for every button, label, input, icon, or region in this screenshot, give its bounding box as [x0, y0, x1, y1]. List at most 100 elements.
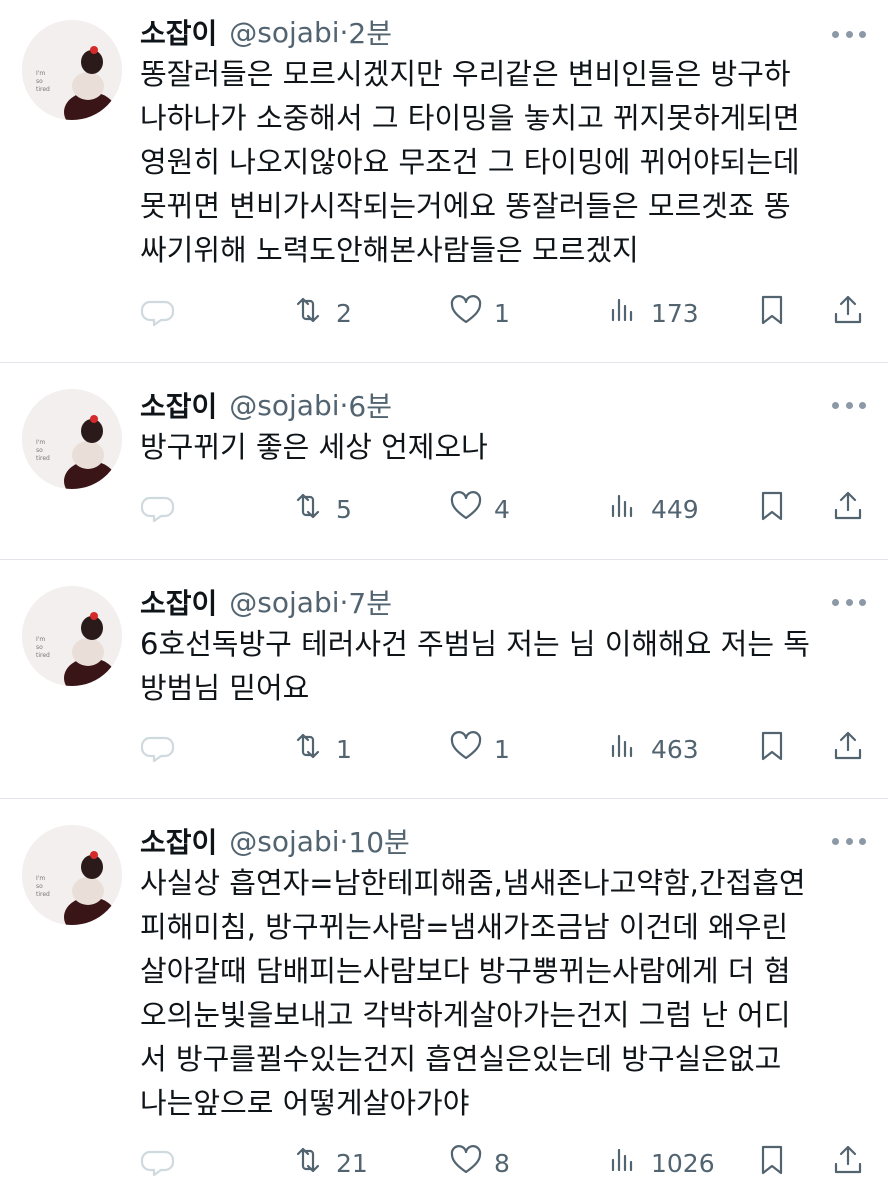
- retweet-count: 1: [336, 734, 352, 764]
- views-count: 449: [651, 494, 699, 524]
- views-icon: [605, 728, 641, 770]
- like-count: 1: [494, 298, 510, 328]
- reply-button[interactable]: [140, 291, 176, 335]
- tweet-text: 6호선독방구 테러사건 주범님 저는 님 이해해요 저는 독 방범님 믿어요: [140, 622, 870, 710]
- reply-icon: [140, 1142, 176, 1184]
- retweet-icon: [290, 1142, 326, 1184]
- more-icon[interactable]: [832, 596, 866, 608]
- tweet[interactable]: I'm so tired 소잡이 @sojabi · 6분 방구뀌기 좋은 세상…: [0, 363, 888, 559]
- share-icon: [830, 292, 866, 334]
- tweet[interactable]: I'm so tired 소잡이 @sojabi · 2분 똥잘러들은 모르시겠…: [0, 0, 888, 362]
- tweet-text-line: 방범님 믿어요: [140, 671, 310, 705]
- avatar[interactable]: I'm so tired: [22, 20, 122, 120]
- share-icon: [830, 488, 866, 530]
- svg-text:I'm: I'm: [36, 636, 45, 643]
- timestamp[interactable]: 10분: [348, 821, 409, 861]
- avatar-image: I'm so tired: [22, 825, 122, 925]
- heart-icon: [448, 488, 484, 530]
- timestamp[interactable]: 2분: [348, 12, 392, 52]
- bookmark-button[interactable]: [754, 291, 790, 335]
- like-button[interactable]: 1: [448, 727, 510, 771]
- display-name[interactable]: 소잡이: [140, 582, 217, 622]
- display-name[interactable]: 소잡이: [140, 385, 217, 425]
- svg-text:so: so: [36, 883, 43, 890]
- tweet-text: 똥잘러들은 모르시겠지만 우리같은 변비인들은 방구하 나하나가 소중해서 그 …: [140, 52, 870, 272]
- tweet-header: 소잡이 @sojabi · 10분: [140, 821, 410, 861]
- share-button[interactable]: [830, 487, 866, 531]
- retweet-button[interactable]: 5: [290, 487, 352, 531]
- reply-button[interactable]: [140, 727, 176, 771]
- display-name[interactable]: 소잡이: [140, 12, 217, 52]
- tweet-text-line: 나는앞으로 어떻게살아가야: [140, 1086, 470, 1120]
- retweet-count: 2: [336, 298, 352, 328]
- views-icon: [605, 488, 641, 530]
- heart-icon: [448, 1142, 484, 1184]
- share-button[interactable]: [830, 291, 866, 335]
- reply-button[interactable]: [140, 487, 176, 531]
- more-icon[interactable]: [832, 28, 866, 40]
- svg-text:tired: tired: [36, 891, 50, 898]
- bookmark-button[interactable]: [754, 487, 790, 531]
- like-button[interactable]: 4: [448, 487, 510, 531]
- reply-icon: [140, 488, 176, 530]
- retweet-button[interactable]: 21: [290, 1141, 368, 1185]
- avatar[interactable]: I'm so tired: [22, 586, 122, 686]
- svg-text:I'm: I'm: [36, 439, 45, 446]
- more-icon[interactable]: [832, 399, 866, 411]
- retweet-button[interactable]: 1: [290, 727, 352, 771]
- timestamp[interactable]: 7분: [348, 582, 392, 622]
- reply-button[interactable]: [140, 1141, 176, 1185]
- retweet-button[interactable]: 2: [290, 291, 352, 335]
- like-button[interactable]: 1: [448, 291, 510, 335]
- views-button[interactable]: 173: [605, 291, 699, 335]
- tweet-text-line: 사실상 흡연자=남한테피해줌,냄새존나고약함,간접흡연: [140, 866, 806, 900]
- tweet-text-line: 살아갈때 담배피는사람보다 방구뿡뀌는사람에게 더 혐: [140, 954, 791, 988]
- avatar-image: I'm so tired: [22, 389, 122, 489]
- share-button[interactable]: [830, 1141, 866, 1185]
- retweet-icon: [290, 292, 326, 334]
- like-button[interactable]: 8: [448, 1141, 510, 1185]
- retweet-icon: [290, 488, 326, 530]
- separator: ·: [339, 585, 349, 619]
- retweet-count: 5: [336, 494, 352, 524]
- tweet-text-line: 피해미침, 방구뀌는사람=냄새가조금남 이건데 왜우린: [140, 910, 789, 944]
- tweet-text-line: 못뀌면 변비가시작되는거에요 똥잘러들은 모르겟죠 똥: [140, 189, 791, 223]
- bookmark-icon: [754, 488, 790, 530]
- views-button[interactable]: 1026: [605, 1141, 715, 1185]
- user-handle[interactable]: @sojabi: [229, 825, 339, 858]
- like-count: 1: [494, 734, 510, 764]
- views-button[interactable]: 449: [605, 487, 699, 531]
- heart-icon: [448, 728, 484, 770]
- action-bar: 1 1 463: [140, 727, 870, 771]
- user-handle[interactable]: @sojabi: [229, 389, 339, 422]
- more-icon[interactable]: [832, 835, 866, 847]
- retweet-icon: [290, 728, 326, 770]
- bookmark-button[interactable]: [754, 1141, 790, 1185]
- tweet[interactable]: I'm so tired 소잡이 @sojabi · 10분 사실상 흡연자=남…: [0, 799, 888, 1200]
- svg-text:tired: tired: [36, 86, 50, 93]
- svg-text:tired: tired: [36, 455, 50, 462]
- avatar[interactable]: I'm so tired: [22, 825, 122, 925]
- reply-icon: [140, 292, 176, 334]
- tweet-header: 소잡이 @sojabi · 7분: [140, 582, 392, 622]
- tweet[interactable]: I'm so tired 소잡이 @sojabi · 7분 6호선독방구 테러사…: [0, 560, 888, 798]
- display-name[interactable]: 소잡이: [140, 821, 217, 861]
- retweet-count: 21: [336, 1148, 368, 1178]
- svg-text:so: so: [36, 78, 43, 85]
- tweet-text: 사실상 흡연자=남한테피해줌,냄새존나고약함,간접흡연 피해미침, 방구뀌는사람…: [140, 861, 870, 1125]
- tweet-text-line: 영원히 나오지않아요 무조건 그 타이밍에 뀌어야되는데: [140, 145, 800, 179]
- timestamp[interactable]: 6분: [348, 385, 392, 425]
- views-count: 463: [651, 734, 699, 764]
- views-button[interactable]: 463: [605, 727, 699, 771]
- user-handle[interactable]: @sojabi: [229, 16, 339, 49]
- bookmark-button[interactable]: [754, 727, 790, 771]
- action-bar: 2 1 173: [140, 291, 870, 335]
- svg-text:so: so: [36, 644, 43, 651]
- share-icon: [830, 728, 866, 770]
- share-button[interactable]: [830, 727, 866, 771]
- views-icon: [605, 1142, 641, 1184]
- views-icon: [605, 292, 641, 334]
- avatar[interactable]: I'm so tired: [22, 389, 122, 489]
- user-handle[interactable]: @sojabi: [229, 586, 339, 619]
- share-icon: [830, 1142, 866, 1184]
